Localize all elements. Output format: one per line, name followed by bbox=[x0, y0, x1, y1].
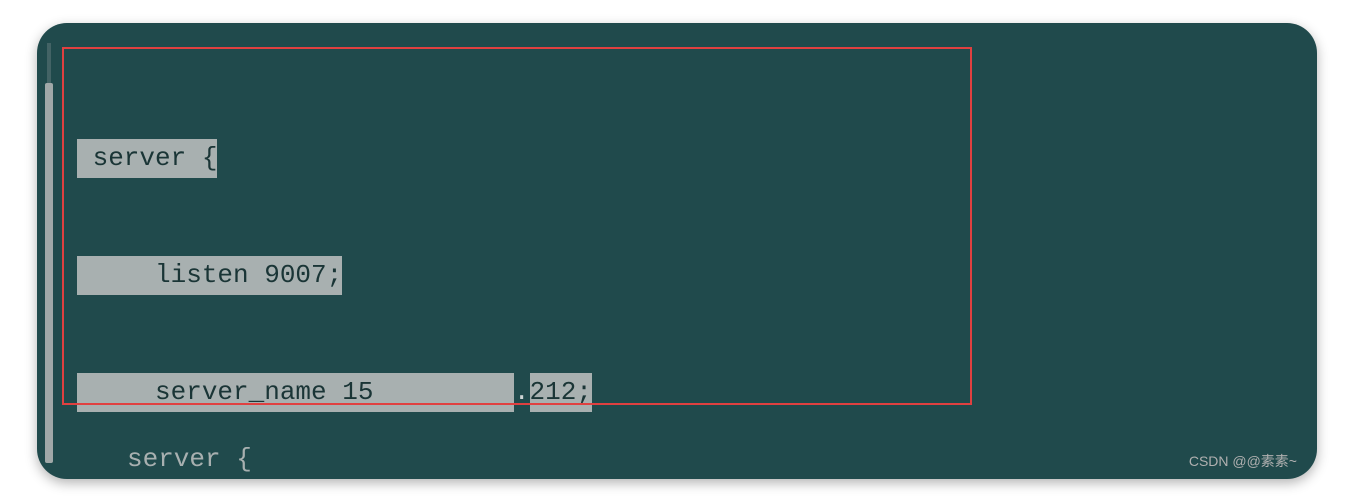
redacted-dot: . bbox=[514, 373, 530, 412]
code-content: server { listen 9007; server_name 15 .21… bbox=[77, 61, 951, 479]
code-text: server_name 15 bbox=[77, 373, 373, 412]
code-line-3: server_name 15 .212; bbox=[77, 373, 951, 412]
code-line-bottom: server { bbox=[127, 444, 252, 474]
watermark: CSDN @@素素~ bbox=[1189, 451, 1297, 471]
scrollbar-thumb[interactable] bbox=[45, 83, 53, 463]
code-text: 212; bbox=[530, 373, 592, 412]
code-line-1: server { bbox=[77, 139, 951, 178]
code-text: listen 9007; bbox=[77, 256, 342, 295]
terminal-window: server { listen 9007; server_name 15 .21… bbox=[37, 23, 1317, 479]
redacted bbox=[373, 373, 513, 412]
code-text: server { bbox=[77, 139, 217, 178]
code-line-2: listen 9007; bbox=[77, 256, 951, 295]
